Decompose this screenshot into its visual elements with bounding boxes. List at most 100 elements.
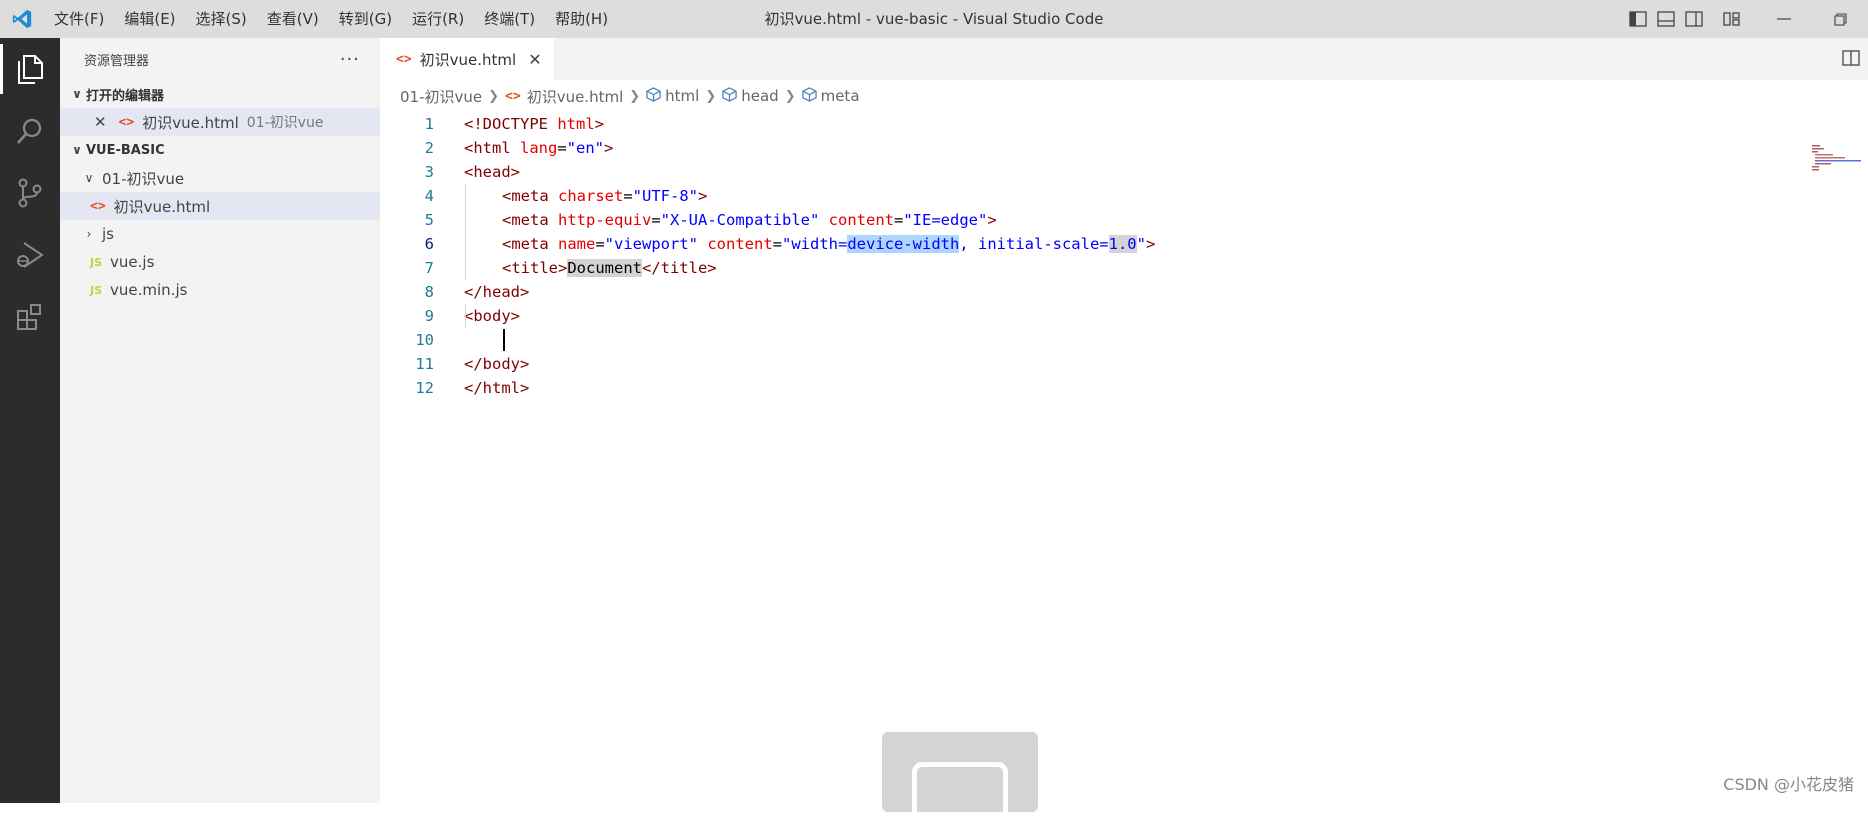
- breadcrumb-html[interactable]: html: [665, 87, 699, 105]
- open-editor-filename: 初识vue.html: [142, 112, 239, 133]
- symbol-element-icon: [646, 87, 661, 106]
- editor-tabs: <> 初识vue.html ✕: [380, 38, 1868, 80]
- code-line: 12 </html>: [380, 376, 1868, 400]
- explorer-title: 资源管理器: [84, 50, 149, 69]
- vscode-logo-icon: [0, 0, 44, 38]
- tree-file-html[interactable]: <> 初识vue.html: [60, 192, 380, 220]
- match-highlight: Document: [567, 259, 642, 277]
- minimize-button[interactable]: [1756, 0, 1812, 38]
- menu-help[interactable]: 帮助(H): [545, 0, 618, 38]
- breadcrumb: 01-初识vue ❯ <> 初识vue.html ❯ html ❯ head ❯…: [380, 80, 1868, 112]
- symbol-element-icon: [722, 87, 737, 106]
- code-line: 3 <head>: [380, 160, 1868, 184]
- html-file-icon: <>: [505, 89, 521, 104]
- tree-folder-js[interactable]: › js: [60, 220, 380, 248]
- menu-edit[interactable]: 编辑(E): [114, 0, 185, 38]
- chevron-right-icon: ›: [80, 227, 98, 241]
- workspace-label: VUE-BASIC: [86, 143, 165, 158]
- line-number: 1: [380, 112, 434, 136]
- close-editor-icon[interactable]: ✕: [94, 113, 107, 131]
- close-tab-icon[interactable]: ✕: [528, 50, 541, 69]
- menu-run[interactable]: 运行(R): [402, 0, 474, 38]
- line-number: 12: [380, 376, 434, 400]
- line-number: 5: [380, 208, 434, 232]
- search-icon[interactable]: [0, 100, 60, 162]
- customize-layout-icon[interactable]: [1718, 0, 1746, 38]
- breadcrumb-meta[interactable]: meta: [821, 87, 860, 105]
- tree-file-label: 初识vue.html: [114, 196, 211, 217]
- tree-folder-label: 01-初识vue: [102, 168, 184, 189]
- text-cursor: [503, 329, 505, 351]
- tree-file-label: vue.min.js: [110, 281, 187, 299]
- indent-guide: [465, 304, 466, 328]
- line-number: 9: [380, 304, 434, 328]
- explorer-icon[interactable]: [0, 38, 60, 100]
- menu-go[interactable]: 转到(G): [329, 0, 402, 38]
- code-line: 9 <body>: [380, 304, 1868, 328]
- restore-button[interactable]: [1812, 0, 1868, 38]
- open-editor-item[interactable]: ✕ <> 初识vue.html 01-初识vue: [60, 108, 380, 136]
- line-number: 11: [380, 352, 434, 376]
- line-number: 3: [380, 160, 434, 184]
- menu-selection[interactable]: 选择(S): [186, 0, 257, 38]
- open-editor-dir: 01-初识vue: [247, 112, 324, 132]
- html-file-icon: <>: [119, 115, 135, 130]
- menu-file[interactable]: 文件(F): [44, 0, 114, 38]
- title-bar: 文件(F) 编辑(E) 选择(S) 查看(V) 转到(G) 运行(R) 终端(T…: [0, 0, 1868, 38]
- breadcrumb-file[interactable]: 初识vue.html: [527, 86, 624, 107]
- code-line: 6 <meta name="viewport" content="width=d…: [380, 232, 1868, 256]
- extensions-icon[interactable]: [0, 286, 60, 348]
- tree-file-label: vue.js: [110, 253, 154, 271]
- open-editors-section[interactable]: ∨ 打开的编辑器: [60, 80, 380, 108]
- workspace-section[interactable]: ∨ VUE-BASIC: [60, 136, 380, 164]
- line-number: 4: [380, 184, 434, 208]
- explorer-header: 资源管理器 ···: [60, 38, 380, 80]
- js-file-icon: JS: [90, 256, 102, 269]
- symbol-element-icon: [802, 87, 817, 106]
- keyboard-overlay-icon: [882, 732, 1038, 812]
- split-editor-icon[interactable]: [1842, 50, 1860, 70]
- code-line: 7 <title>Document</title>: [380, 256, 1868, 280]
- code-line: 11 </body>: [380, 352, 1868, 376]
- code-line: 8 </head>: [380, 280, 1868, 304]
- tab-label: 初识vue.html: [420, 49, 517, 70]
- html-file-icon: <>: [396, 52, 412, 67]
- code-line: 1 <!DOCTYPE html>: [380, 112, 1868, 136]
- more-actions-icon[interactable]: ···: [340, 49, 360, 70]
- menu-view[interactable]: 查看(V): [257, 0, 329, 38]
- toggle-primary-sidebar-icon[interactable]: [1624, 0, 1652, 38]
- tab-vue-html[interactable]: <> 初识vue.html ✕: [380, 38, 554, 80]
- breadcrumb-folder[interactable]: 01-初识vue: [400, 86, 482, 107]
- indent-guide: [465, 184, 466, 280]
- code-line: 5 <meta http-equiv="X-UA-Compatible" con…: [380, 208, 1868, 232]
- js-file-icon: JS: [90, 284, 102, 297]
- breadcrumb-head[interactable]: head: [741, 87, 778, 105]
- code-line: 4 <meta charset="UTF-8">: [380, 184, 1868, 208]
- tree-folder-label: js: [102, 225, 114, 243]
- chevron-down-icon: ∨: [68, 87, 86, 101]
- line-number: 6: [380, 232, 434, 256]
- line-number: 8: [380, 280, 434, 304]
- code-line: 10: [380, 328, 1868, 352]
- tree-file-vue-min-js[interactable]: JS vue.min.js: [60, 276, 380, 304]
- run-debug-icon[interactable]: [0, 224, 60, 286]
- code-line: 2 <html lang="en">: [380, 136, 1868, 160]
- chevron-down-icon: ∨: [80, 171, 98, 185]
- toggle-panel-icon[interactable]: [1652, 0, 1680, 38]
- tree-file-vue-js[interactable]: JS vue.js: [60, 248, 380, 276]
- menu-terminal[interactable]: 终端(T): [474, 0, 545, 38]
- line-number: 10: [380, 328, 434, 352]
- line-number: 7: [380, 256, 434, 280]
- chevron-right-icon: ❯: [705, 89, 716, 104]
- line-number: 2: [380, 136, 434, 160]
- html-file-icon: <>: [90, 199, 106, 214]
- minimap[interactable]: [1802, 144, 1862, 174]
- chevron-right-icon: ❯: [488, 89, 499, 104]
- chevron-right-icon: ❯: [785, 89, 796, 104]
- source-control-icon[interactable]: [0, 162, 60, 224]
- toggle-secondary-sidebar-icon[interactable]: [1680, 0, 1708, 38]
- code-editor[interactable]: 1 <!DOCTYPE html> 2 <html lang="en"> 3 <…: [380, 112, 1868, 400]
- tree-folder-01[interactable]: ∨ 01-初识vue: [60, 164, 380, 192]
- editor-area: <> 初识vue.html ✕ 01-初识vue ❯ <> 初识vue.html…: [380, 38, 1868, 803]
- open-editors-label: 打开的编辑器: [86, 85, 164, 104]
